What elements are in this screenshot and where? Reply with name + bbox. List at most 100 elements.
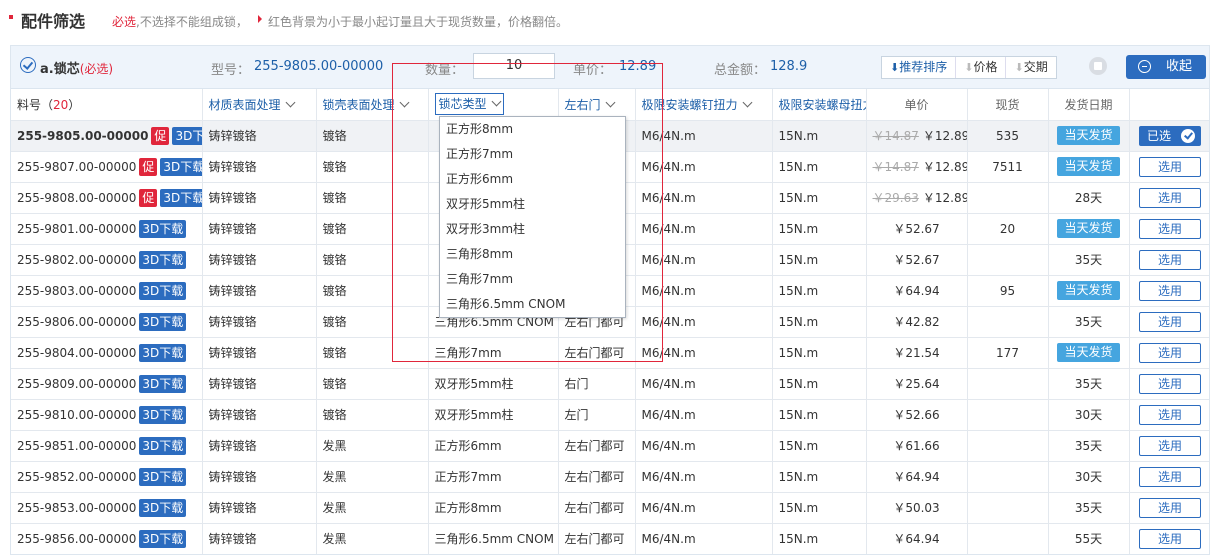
- select-button[interactable]: 选用: [1139, 187, 1201, 208]
- stock-cell: [967, 368, 1049, 400]
- select-button[interactable]: 选用: [1139, 373, 1201, 394]
- material-cell: 铸锌镀铬: [202, 213, 317, 245]
- price-value: ￥64.94: [893, 532, 940, 546]
- title-marker: [9, 15, 13, 19]
- price-value: ￥42.82: [893, 315, 940, 329]
- part-no-cell: 255-9807.00-00000 促 3D下载: [11, 151, 203, 183]
- select-button[interactable]: 选用: [1139, 311, 1201, 332]
- download-3d-button[interactable]: 3D下载: [139, 374, 187, 393]
- download-3d-button[interactable]: 3D下载: [160, 157, 201, 176]
- material-cell: 铸锌镀铬: [202, 151, 317, 183]
- download-3d-button[interactable]: 3D下载: [160, 188, 201, 207]
- nut-torque-cell: 15N.m: [772, 306, 867, 338]
- download-3d-button[interactable]: 3D下载: [139, 436, 187, 455]
- table-row[interactable]: 255-9810.00-00000 3D下载 铸锌镀铬 镀铬 双牙形5mm柱 左门 M6/4…: [11, 399, 1209, 431]
- action-cell: 选用: [1129, 213, 1209, 245]
- stock-cell: [967, 492, 1049, 524]
- table-row[interactable]: 255-9856.00-00000 3D下载 铸锌镀铬 发黑 三角形6.5mm CNOM…: [11, 523, 1209, 554]
- ship-today-badge: 当天发货: [1057, 343, 1120, 362]
- price-value: ￥50.03: [893, 501, 940, 515]
- original-price: ￥14.87: [872, 129, 919, 143]
- download-3d-button[interactable]: 3D下载: [139, 250, 187, 269]
- lock-type-cell: 正方形7mm: [428, 461, 559, 493]
- ship-days: 35天: [1074, 501, 1103, 515]
- col-nut-torque-filter[interactable]: 极限安装螺母扭力: [772, 89, 867, 121]
- part-no-cell: 255-9803.00-00000 3D下载: [11, 275, 203, 307]
- collapse-button[interactable]: 收起: [1126, 55, 1206, 79]
- sort-delivery-button[interactable]: ⬇交期: [1006, 57, 1055, 78]
- table-row[interactable]: 255-9809.00-00000 3D下载 铸锌镀铬 镀铬 双牙形5mm柱 右门 M6/4…: [11, 368, 1209, 400]
- col-ship-date: 发货日期: [1048, 89, 1130, 121]
- table-row[interactable]: 255-9853.00-00000 3D下载 铸锌镀铬 发黑 正方形8mm 左右门都可 M6…: [11, 492, 1209, 524]
- price-cell: ￥25.64: [866, 368, 968, 400]
- download-3d-button[interactable]: 3D下载: [139, 467, 187, 486]
- stock-cell: [967, 306, 1049, 338]
- ship-cell: 35天: [1048, 368, 1130, 400]
- part-no-cell: 255-9804.00-00000 3D下载: [11, 337, 203, 369]
- chevron-down-icon: [742, 97, 752, 108]
- action-cell: 已选: [1129, 120, 1209, 152]
- material-cell: 铸锌镀铬: [202, 461, 317, 493]
- price-cell: ￥64.94: [866, 461, 968, 493]
- col-part-no: 料号（20）: [11, 89, 203, 121]
- stock-cell: 20: [967, 213, 1049, 245]
- select-button[interactable]: 选用: [1139, 218, 1201, 239]
- table-row[interactable]: 255-9852.00-00000 3D下载 铸锌镀铬 发黑 正方形7mm 左右门都可 M6…: [11, 461, 1209, 493]
- model-value: 255-9805.00-00000: [254, 59, 384, 74]
- ship-cell: 55天: [1048, 523, 1130, 554]
- nut-torque-cell: 15N.m: [772, 244, 867, 276]
- sort-price-button[interactable]: ⬇价格: [956, 57, 1007, 78]
- lock-type-cell: 双牙形5mm柱: [428, 368, 559, 400]
- check-circle-icon[interactable]: [20, 57, 36, 73]
- price-value: ￥52.67: [893, 222, 940, 236]
- download-3d-button[interactable]: 3D下载: [139, 281, 187, 300]
- sort-recommend-button[interactable]: ⬇推荐排序: [882, 57, 957, 78]
- select-button[interactable]: 选用: [1139, 249, 1201, 270]
- select-button[interactable]: 选用: [1139, 497, 1201, 518]
- select-button[interactable]: 选用: [1139, 528, 1201, 549]
- stock-cell: 177: [967, 337, 1049, 369]
- download-3d-button[interactable]: 3D下载: [139, 529, 187, 548]
- ship-days: 55天: [1074, 532, 1103, 546]
- select-button[interactable]: 选用: [1139, 466, 1201, 487]
- select-button[interactable]: 选用: [1139, 280, 1201, 301]
- model-label: 型号：: [211, 63, 251, 78]
- ship-days: 30天: [1074, 470, 1103, 484]
- original-price: ￥29.63: [872, 191, 919, 205]
- stock-cell: [967, 523, 1049, 554]
- download-3d-button[interactable]: 3D下载: [139, 343, 187, 362]
- download-3d-button[interactable]: 3D下载: [139, 405, 187, 424]
- selected-button[interactable]: 已选: [1139, 125, 1201, 146]
- download-3d-button[interactable]: 3D下载: [172, 126, 201, 145]
- price-cell: ￥64.94: [866, 275, 968, 307]
- download-3d-button[interactable]: 3D下载: [139, 498, 187, 517]
- torque-cell: M6/4N.m: [635, 430, 773, 462]
- action-cell: 选用: [1129, 306, 1209, 338]
- action-cell: 选用: [1129, 523, 1209, 554]
- action-cell: 选用: [1129, 182, 1209, 214]
- ship-cell: 当天发货: [1048, 120, 1130, 152]
- material-cell: 铸锌镀铬: [202, 182, 317, 214]
- material-cell: 铸锌镀铬: [202, 368, 317, 400]
- promo-badge: 促: [139, 188, 158, 207]
- table-row[interactable]: 255-9851.00-00000 3D下载 铸锌镀铬 发黑 正方形6mm 左右门都可 M6…: [11, 430, 1209, 462]
- download-3d-button[interactable]: 3D下载: [139, 219, 187, 238]
- action-cell: 选用: [1129, 337, 1209, 369]
- stock-cell: [967, 182, 1049, 214]
- door-cell: 左右门都可: [558, 492, 636, 524]
- nut-torque-cell: 15N.m: [772, 492, 867, 524]
- stock-cell: 535: [967, 120, 1049, 152]
- price-cell: ￥21.54: [866, 337, 968, 369]
- nut-torque-cell: 15N.m: [772, 120, 867, 152]
- part-number: 255-9806.00-00000: [17, 314, 137, 329]
- trash-icon[interactable]: [1089, 57, 1107, 75]
- ship-today-badge: 当天发货: [1057, 157, 1120, 176]
- download-3d-button[interactable]: 3D下载: [139, 312, 187, 331]
- select-button[interactable]: 选用: [1139, 435, 1201, 456]
- price-cell: ￥42.82: [866, 306, 968, 338]
- col-material-filter[interactable]: 材质表面处理: [202, 89, 317, 121]
- select-button[interactable]: 选用: [1139, 342, 1201, 363]
- select-button[interactable]: 选用: [1139, 404, 1201, 425]
- select-button[interactable]: 选用: [1139, 156, 1201, 177]
- ship-days: 35天: [1074, 377, 1103, 391]
